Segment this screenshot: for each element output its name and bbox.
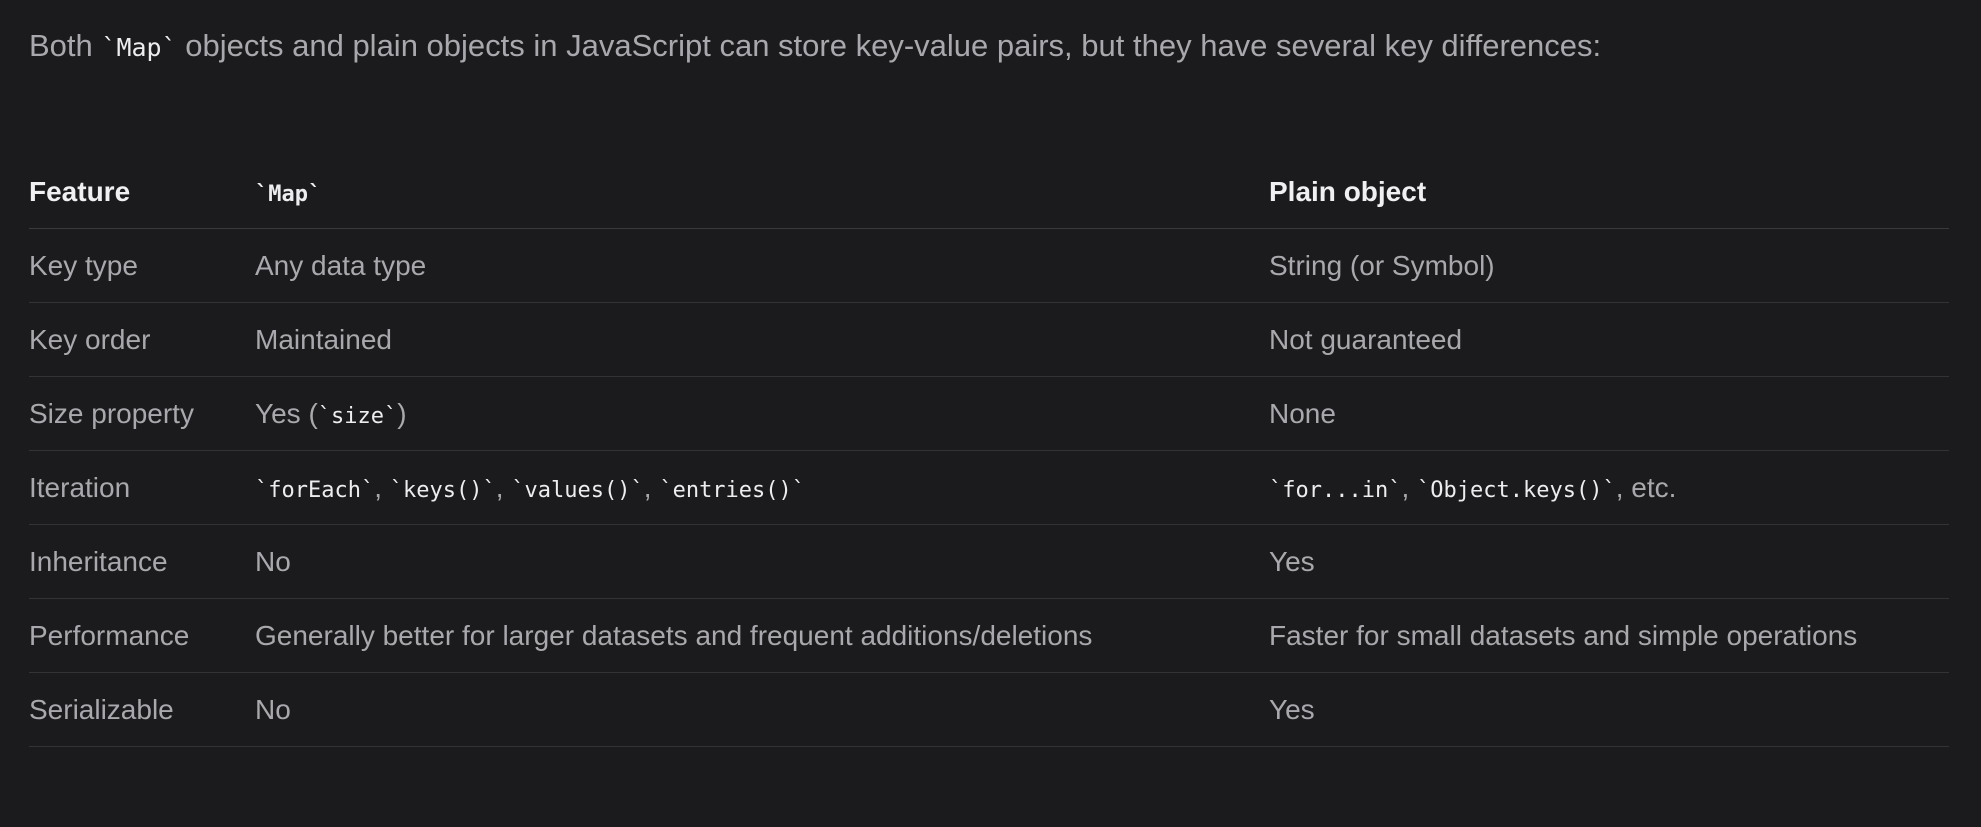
table-row: Iteration `forEach`, `keys()`, `values()`… [29,450,1949,525]
intro-text-after: objects and plain objects in JavaScript … [176,28,1602,63]
cell-text: Not guaranteed [1269,323,1463,355]
cell-plain-object: Faster for small datasets and simple ope… [1269,598,1949,673]
table-header-row: Feature `Map` Plain object [29,155,1949,229]
table-body: Key type Any data type String (or Symbol) K… [29,228,1949,747]
cell-feature: Size property [29,376,255,451]
cell-text: , [495,471,512,503]
cell-map: No [255,672,1269,747]
inline-code: `Object.keys()` [1417,477,1616,503]
cell-plain-object: Not guaranteed [1269,302,1949,377]
header-feature: Feature [29,155,255,229]
comparison-table: Feature `Map` Plain object Key type Any d… [29,155,1949,747]
cell-feature: Serializable [29,672,255,747]
cell-text: Maintained [255,323,392,355]
header-map: `Map` [255,155,1269,229]
cell-feature: Key order [29,302,255,377]
table-row: Size property Yes (`size`) None [29,376,1949,451]
cell-text: Yes [1269,545,1315,577]
cell-map: Generally better for larger datasets and… [255,598,1269,673]
cell-text: Faster for small datasets and simple ope… [1269,619,1858,651]
cell-text: , etc. [1615,471,1677,503]
cell-text: No [255,545,291,577]
cell-plain-object: Yes [1269,524,1949,599]
inline-code: `values()` [511,477,644,503]
cell-feature: Inheritance [29,524,255,599]
cell-plain-object: None [1269,376,1949,451]
cell-text: Generally better for larger datasets and… [255,619,1093,651]
inline-code: `size` [317,403,398,429]
cell-plain-object: String (or Symbol) [1269,228,1949,303]
cell-map: Yes (`size`) [255,376,1269,451]
header-map-code: `Map` [255,181,322,207]
cell-map: `forEach`, `keys()`, `values()`, `entrie… [255,450,1269,525]
cell-map: Maintained [255,302,1269,377]
cell-plain-object: `for...in`, `Object.keys()`, etc. [1269,450,1949,525]
table-row: Performance Generally better for larger d… [29,598,1949,673]
cell-text: Yes ( [255,397,318,429]
inline-code: `forEach` [255,477,375,503]
inline-code: `keys()` [389,477,496,503]
cell-feature: Iteration [29,450,255,525]
cell-text: No [255,693,291,725]
intro-inline-code: `Map` [101,33,177,62]
inline-code: `entries()` [659,477,806,503]
cell-text: Any data type [255,249,427,281]
header-plain-object: Plain object [1269,155,1949,229]
cell-feature: Key type [29,228,255,303]
cell-text: Yes [1269,693,1315,725]
table-row: Key type Any data type String (or Symbol) [29,228,1949,303]
cell-text: ) [397,397,407,429]
cell-map: No [255,524,1269,599]
cell-feature: Performance [29,598,255,673]
cell-text: String (or Symbol) [1269,249,1495,281]
table-row: Inheritance No Yes [29,524,1949,599]
cell-text: , [374,471,390,503]
table-row: Serializable No Yes [29,672,1949,747]
cell-text: , [643,471,660,503]
intro-paragraph: Both `Map` objects and plain objects in … [29,24,1601,70]
cell-plain-object: Yes [1269,672,1949,747]
cell-map: Any data type [255,228,1269,303]
table-row: Key order Maintained Not guaranteed [29,302,1949,377]
cell-text: , [1401,471,1418,503]
intro-text-before: Both [29,28,102,63]
cell-text: None [1269,397,1336,429]
inline-code: `for...in` [1269,477,1402,503]
